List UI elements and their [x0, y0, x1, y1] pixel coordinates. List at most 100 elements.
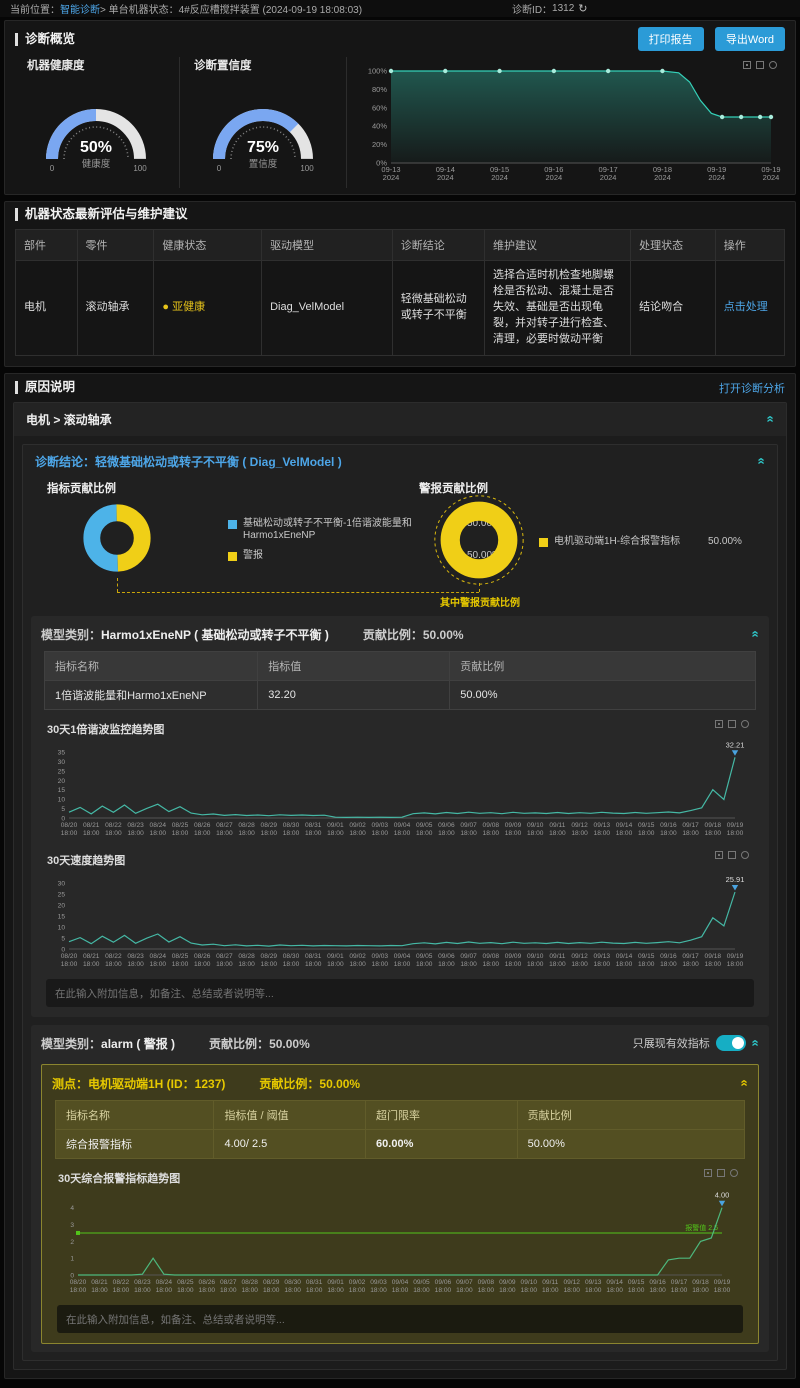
svg-text:08/26: 08/26 [194, 822, 211, 829]
toolbox-dataview-icon[interactable] [715, 720, 723, 728]
svg-text:18:00: 18:00 [483, 830, 500, 837]
contrib-value: 50.00% [423, 628, 464, 642]
svg-text:2024: 2024 [437, 173, 454, 182]
collapse-icon[interactable]: « [765, 416, 775, 423]
toolbox-restore-icon[interactable] [741, 720, 749, 728]
collapse-icon[interactable]: « [750, 1040, 760, 1047]
legend-label: 电机驱动端1H-综合报警指标 [554, 536, 702, 549]
svg-text:18:00: 18:00 [105, 961, 122, 968]
svg-text:18:00: 18:00 [606, 1287, 623, 1294]
svg-text:18:00: 18:00 [616, 961, 633, 968]
svg-text:09/10: 09/10 [527, 822, 544, 829]
svg-text:18:00: 18:00 [671, 1287, 688, 1294]
svg-text:18:00: 18:00 [527, 830, 544, 837]
svg-text:2024: 2024 [708, 173, 725, 182]
svg-text:18:00: 18:00 [413, 1287, 430, 1294]
alarm-chart-block: 30天综合报警指标趋势图 0123408/2018:0008/2118:0008… [52, 1165, 748, 1298]
svg-text:5: 5 [61, 935, 65, 942]
svg-text:09/18: 09/18 [692, 1279, 709, 1286]
col-component: 部件 [16, 230, 78, 261]
svg-text:18:00: 18:00 [194, 961, 211, 968]
diagnosis-card: 诊断结论：轻微基础松动或转子不平衡 ( Diag_VelModel ) « 指标… [22, 444, 778, 1361]
diag-id-value: 1312 [552, 3, 574, 14]
svg-text:健康度: 健康度 [82, 158, 111, 170]
svg-text:09/06: 09/06 [438, 822, 455, 829]
component-card: 电机 > 滚动轴承 « 诊断结论：轻微基础松动或转子不平衡 ( Diag_Vel… [13, 402, 787, 1370]
component-breadcrumb-bar[interactable]: 电机 > 滚动轴承 « [14, 403, 786, 436]
svg-text:18:00: 18:00 [505, 961, 522, 968]
measure-point-panel: 测点：电机驱动端1H (ID：1237) 贡献比例：50.00% « 指标名称 … [41, 1064, 759, 1344]
toolbox-restore-icon[interactable] [769, 61, 777, 69]
nav-link-smart-diagnosis[interactable]: 智能诊断 [60, 1, 100, 16]
note-input[interactable] [46, 979, 754, 1007]
svg-text:09/15: 09/15 [638, 953, 655, 960]
confidence-gauge: 75%置信度0100 [186, 75, 340, 175]
svg-text:09/04: 09/04 [392, 1279, 409, 1286]
svg-text:2024: 2024 [763, 173, 780, 182]
svg-text:18:00: 18:00 [305, 961, 322, 968]
toolbox-dataview-icon[interactable] [715, 851, 723, 859]
harmonic-chart-block: 30天1倍谐波监控趋势图 0510152025303508/2018:0008/… [41, 716, 759, 841]
svg-text:80%: 80% [372, 85, 387, 94]
svg-text:18:00: 18:00 [594, 830, 611, 837]
handle-link[interactable]: 点击处理 [724, 301, 768, 313]
contrib-label: 贡献比例： [363, 628, 423, 642]
svg-text:09/04: 09/04 [394, 822, 411, 829]
svg-text:18:00: 18:00 [91, 1287, 108, 1294]
toolbox-restore-icon[interactable] [730, 1169, 738, 1177]
svg-text:40%: 40% [372, 122, 387, 131]
svg-text:20%: 20% [372, 140, 387, 149]
toolbox-save-image-icon[interactable] [717, 1169, 725, 1177]
toolbox-save-image-icon[interactable] [728, 851, 736, 859]
svg-text:09/17: 09/17 [682, 953, 699, 960]
svg-text:18:00: 18:00 [305, 830, 322, 837]
toolbox-save-image-icon[interactable] [756, 61, 764, 69]
health-gauge-title: 机器健康度 [27, 57, 179, 73]
svg-text:08/27: 08/27 [220, 1279, 237, 1286]
svg-text:18:00: 18:00 [134, 1287, 151, 1294]
svg-text:09/19: 09/19 [727, 822, 744, 829]
col-action: 操作 [715, 230, 784, 261]
svg-text:18:00: 18:00 [83, 830, 100, 837]
svg-text:09/09: 09/09 [505, 822, 522, 829]
svg-text:18:00: 18:00 [594, 961, 611, 968]
alarm-trend-chart: 0123408/2018:0008/2118:0008/2218:0008/23… [54, 1187, 744, 1295]
svg-text:2: 2 [70, 1239, 74, 1246]
svg-text:4.00: 4.00 [715, 1190, 730, 1199]
svg-text:08/21: 08/21 [83, 822, 100, 829]
svg-text:18:00: 18:00 [456, 1287, 473, 1294]
toolbox-restore-icon[interactable] [741, 851, 749, 859]
refresh-icon[interactable]: ↻ [578, 2, 587, 15]
svg-text:18:00: 18:00 [150, 830, 167, 837]
collapse-icon[interactable]: « [739, 1080, 749, 1087]
alm-col-value: 指标值 / 阈值 [214, 1100, 366, 1129]
contrib-value: 50.00% [269, 1037, 310, 1051]
toolbox-save-image-icon[interactable] [728, 720, 736, 728]
export-word-button[interactable]: 导出Word [715, 27, 785, 51]
valid-indicator-toggle[interactable] [716, 1035, 746, 1051]
model-type-label: 模型类别： [41, 626, 101, 643]
note-input[interactable] [57, 1305, 743, 1333]
svg-text:18:00: 18:00 [113, 1287, 130, 1294]
svg-text:18:00: 18:00 [521, 1287, 538, 1294]
svg-text:20: 20 [58, 777, 66, 784]
print-report-button[interactable]: 打印报告 [638, 27, 704, 51]
svg-text:09/13: 09/13 [594, 953, 611, 960]
svg-text:18:00: 18:00 [416, 830, 433, 837]
svg-text:09/11: 09/11 [549, 822, 565, 829]
svg-text:09/19: 09/19 [727, 953, 744, 960]
toolbox-dataview-icon[interactable] [704, 1169, 712, 1177]
collapse-icon[interactable]: « [750, 631, 760, 638]
open-diagnosis-link[interactable]: 打开诊断分析 [719, 380, 785, 396]
svg-text:25: 25 [58, 891, 66, 898]
svg-text:18:00: 18:00 [682, 961, 699, 968]
svg-text:18:00: 18:00 [283, 830, 300, 837]
svg-text:18:00: 18:00 [284, 1287, 301, 1294]
col-part: 零件 [77, 230, 154, 261]
ind-col-contrib: 贡献比例 [450, 651, 756, 680]
toolbox-dataview-icon[interactable] [743, 61, 751, 69]
svg-text:08/22: 08/22 [105, 953, 122, 960]
svg-text:09/08: 09/08 [483, 822, 500, 829]
collapse-icon[interactable]: « [756, 458, 766, 465]
svg-text:08/20: 08/20 [61, 822, 78, 829]
